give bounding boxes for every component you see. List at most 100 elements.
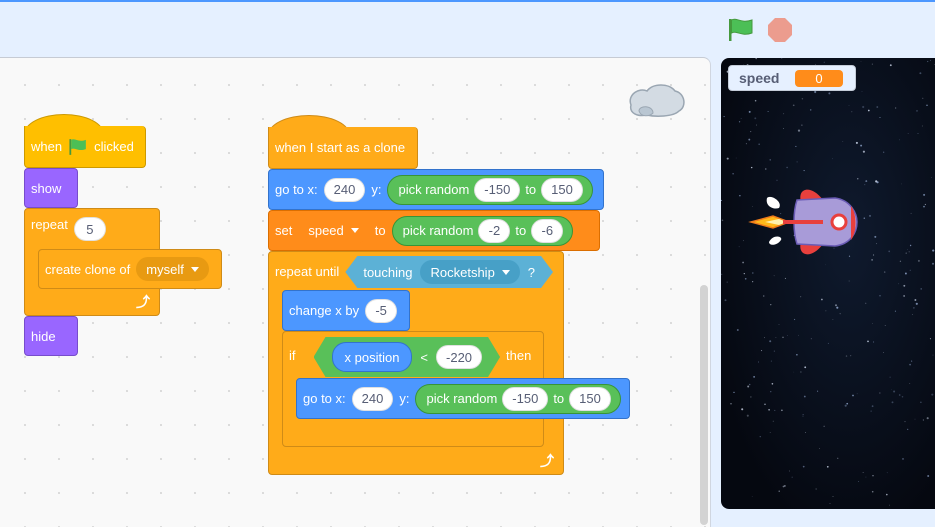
workspace-scrollbar[interactable]	[700, 285, 708, 525]
star	[769, 432, 771, 434]
star	[773, 275, 775, 277]
clicked-label: clicked	[94, 139, 134, 154]
star	[803, 395, 806, 398]
star	[741, 408, 744, 411]
random-to-input[interactable]: 150	[569, 386, 611, 411]
star	[751, 272, 754, 274]
star	[739, 121, 741, 123]
touching-condition[interactable]: touching Rocketship ?	[345, 256, 553, 288]
star	[724, 299, 727, 302]
green-flag-button[interactable]	[727, 16, 755, 44]
star	[769, 159, 771, 161]
star	[775, 336, 777, 338]
star	[797, 129, 801, 132]
when-label: when	[31, 139, 63, 154]
pick-random-reporter[interactable]: pick random -150 to 150	[387, 174, 593, 205]
star	[748, 138, 751, 141]
go-to-xy-block[interactable]: go to x: 240 y: pick random -150 to 150	[296, 378, 630, 419]
variable-dropdown[interactable]: speed	[298, 218, 369, 243]
clone-hat-label: when I start as a clone	[275, 140, 406, 155]
star	[726, 157, 729, 160]
go-to-xy-block[interactable]: go to x: 240 y: pick random -150 to 150	[268, 169, 604, 210]
star	[871, 490, 874, 493]
star	[886, 493, 888, 496]
show-block[interactable]: show	[24, 168, 78, 208]
star	[883, 271, 886, 273]
star	[907, 249, 909, 250]
star	[923, 193, 926, 196]
star	[909, 269, 911, 271]
star	[796, 161, 798, 163]
rocketship-sprite[interactable]	[739, 176, 859, 256]
star	[924, 203, 927, 206]
star	[910, 212, 912, 214]
star	[810, 338, 812, 340]
star	[844, 404, 847, 407]
pick-random-reporter[interactable]: pick random -2 to -6	[391, 215, 574, 246]
star	[914, 299, 917, 301]
star	[752, 281, 754, 283]
compare-value-input[interactable]: -220	[436, 345, 482, 369]
star	[805, 431, 807, 433]
x-input[interactable]: 240	[323, 177, 366, 202]
to-label: to	[525, 182, 537, 197]
star	[794, 318, 796, 321]
chevron-down-icon	[350, 228, 359, 233]
star	[742, 261, 745, 264]
change-x-input[interactable]: -5	[365, 298, 398, 323]
repeat-label: repeat	[31, 217, 68, 232]
star	[927, 60, 929, 63]
stage[interactable]: speed 0	[721, 58, 935, 509]
star	[904, 421, 906, 423]
star	[922, 419, 925, 421]
x-input[interactable]: 240	[351, 386, 394, 411]
less-than-operator[interactable]: x position < -220	[314, 337, 501, 377]
random-from-input[interactable]: -2	[478, 218, 511, 243]
star	[846, 402, 849, 405]
stop-button[interactable]	[767, 16, 793, 44]
star	[778, 324, 780, 325]
when-start-as-clone-block[interactable]: when I start as a clone	[268, 127, 418, 169]
change-x-block[interactable]: change x by -5	[282, 290, 410, 331]
random-to-input[interactable]: -6	[531, 218, 564, 243]
star	[920, 401, 922, 403]
star	[800, 371, 802, 373]
star	[801, 98, 804, 100]
change-x-label: change x by	[289, 303, 360, 318]
random-from-input[interactable]: -150	[502, 386, 549, 411]
repeat-count-input[interactable]: 5	[73, 217, 106, 241]
touching-target-dropdown[interactable]: Rocketship	[420, 260, 519, 284]
when-flag-clicked-block[interactable]: when clicked	[24, 126, 146, 168]
star	[882, 351, 884, 353]
hide-block[interactable]: hide	[24, 316, 78, 356]
star	[836, 306, 839, 309]
code-workspace[interactable]: when clicked show repeat 5 create clone …	[0, 57, 711, 527]
star	[767, 110, 769, 113]
star	[923, 205, 925, 208]
star	[783, 113, 785, 115]
then-label: then	[506, 348, 532, 363]
random-to-input[interactable]: 150	[541, 177, 583, 202]
star	[721, 273, 723, 275]
star	[788, 470, 790, 472]
star	[917, 133, 919, 135]
set-variable-block[interactable]: set speed to pick random -2 to -6	[268, 210, 600, 251]
x-position-reporter[interactable]: x position	[332, 342, 413, 372]
star	[832, 158, 833, 160]
random-from-input[interactable]: -150	[474, 177, 521, 202]
create-clone-block[interactable]: create clone of myself	[38, 249, 222, 289]
star	[879, 392, 881, 394]
star	[723, 116, 725, 118]
star	[932, 354, 934, 356]
star	[867, 340, 869, 343]
green-flag-icon	[729, 18, 753, 41]
star	[915, 302, 918, 305]
star	[893, 390, 896, 393]
star	[862, 105, 865, 109]
star	[879, 116, 881, 119]
star	[748, 110, 751, 113]
clone-target-dropdown[interactable]: myself	[136, 257, 209, 281]
star	[860, 61, 862, 62]
pick-random-reporter[interactable]: pick random -150 to 150	[415, 383, 621, 414]
star	[909, 383, 911, 384]
